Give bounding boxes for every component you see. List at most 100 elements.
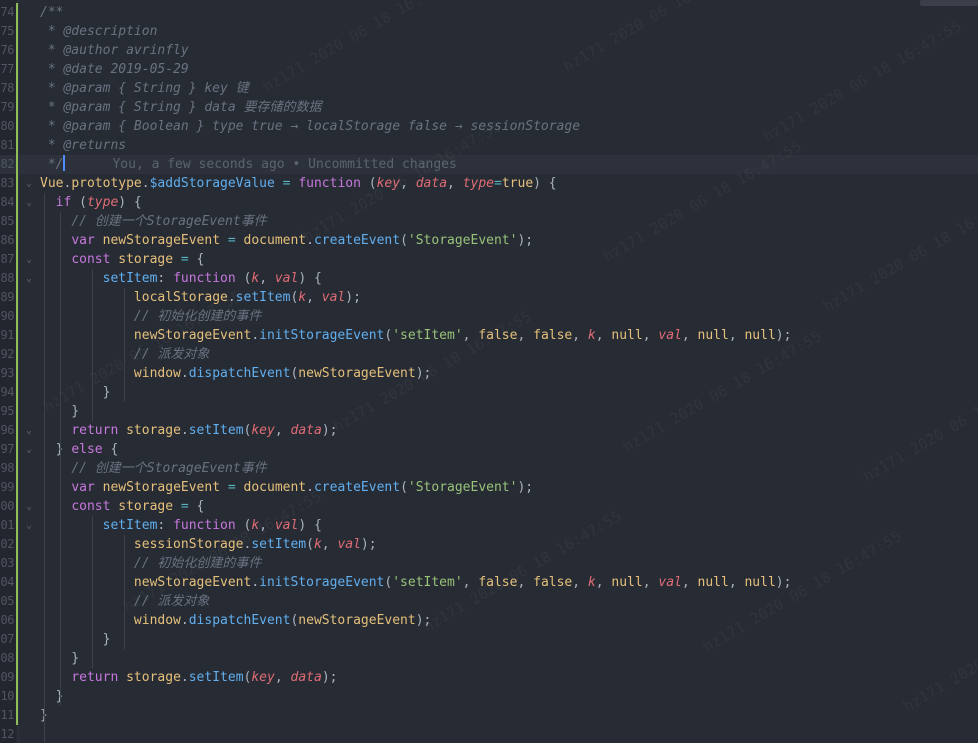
code-line[interactable]: 94 } — [0, 383, 978, 402]
code-text: /** — [40, 5, 64, 20]
line-number: 80 — [0, 119, 15, 133]
line-number: 87 — [0, 252, 15, 266]
code-line[interactable]: 97 ⌄ } else { — [0, 440, 978, 459]
line-number: 09 — [0, 670, 15, 684]
fold-chevron-icon[interactable]: ⌄ — [26, 269, 32, 288]
code-text: * @description — [40, 24, 158, 39]
code-line[interactable]: 88 ⌄ setItem: function (k, val) { — [0, 269, 978, 288]
code-line[interactable]: 96 ⌄ return storage.setItem(key, data); — [0, 421, 978, 440]
code-line[interactable]: 74 /** — [0, 3, 978, 22]
code-line[interactable]: 84 ⌄ if (type) { — [0, 193, 978, 212]
fold-chevron-icon[interactable]: ⌄ — [26, 516, 32, 535]
code-line[interactable]: 00 ⌄ const storage = { — [0, 497, 978, 516]
code-text: return storage.setItem(key, data); — [71, 423, 338, 438]
code-line[interactable]: 82 */ You, a few seconds ago • Uncommitt… — [0, 155, 978, 174]
code-line[interactable]: 06 window.dispatchEvent(newStorageEvent)… — [0, 611, 978, 630]
line-number: 99 — [0, 480, 15, 494]
indent-guide — [92, 516, 93, 668]
code-line[interactable]: 03 // 初始化创建的事件 — [0, 554, 978, 573]
code-line[interactable]: 02 sessionStorage.setItem(k, val); — [0, 535, 978, 554]
code-line[interactable]: 01 ⌄ setItem: function (k, val) { — [0, 516, 978, 535]
code-line[interactable]: 95 } — [0, 402, 978, 421]
line-number: 97 — [0, 442, 15, 456]
line-number: 00 — [0, 499, 15, 513]
code-text: if (type) { — [55, 195, 142, 210]
code-line[interactable]: 12 — [0, 725, 978, 743]
code-text: } — [40, 385, 111, 400]
fold-chevron-icon[interactable]: ⌄ — [26, 250, 32, 269]
code-text: window.dispatchEvent(newStorageEvent); — [133, 613, 432, 628]
code-line[interactable]: 76 * @author avrinfly — [0, 41, 978, 60]
code-line[interactable]: 89 localStorage.setItem(k, val); — [0, 288, 978, 307]
code-line[interactable]: 86 var newStorageEvent = document.create… — [0, 231, 978, 250]
code-line[interactable]: 98 // 创建一个StorageEvent事件 — [0, 459, 978, 478]
line-number: 86 — [0, 233, 15, 247]
code-line[interactable]: 87 ⌄ const storage = { — [0, 250, 978, 269]
code-text: Vue.prototype.$addStorageValue = functio… — [40, 176, 557, 191]
code-line[interactable]: 75 * @description — [0, 22, 978, 41]
line-number: 01 — [0, 518, 15, 532]
line-number: 74 — [0, 5, 15, 19]
code-text: * @author avrinfly — [40, 43, 189, 58]
code-line[interactable]: 81 * @returns — [0, 136, 978, 155]
code-line[interactable]: 90 // 初始化创建的事件 — [0, 307, 978, 326]
line-number: 02 — [0, 537, 15, 551]
code-line[interactable]: 79 * @param { String } data 要存储的数据 — [0, 98, 978, 117]
code-editor[interactable]: 74/** 75 * @description 76 * @author avrin… — [0, 0, 978, 743]
line-number: 07 — [0, 632, 15, 646]
code-line[interactable]: 09 return storage.setItem(key, data); — [0, 668, 978, 687]
code-line[interactable]: 78 * @param { String } key 键 — [0, 79, 978, 98]
line-number: 05 — [0, 594, 15, 608]
fold-chevron-icon[interactable]: ⌄ — [26, 421, 32, 440]
line-number: 96 — [0, 423, 15, 437]
line-number: 93 — [0, 366, 15, 380]
code-text: var newStorageEvent = document.createEve… — [71, 233, 534, 248]
indent-guide — [44, 193, 45, 743]
code-text: } else { — [40, 442, 119, 457]
code-line[interactable]: 05 // 派发对象 — [0, 592, 978, 611]
line-number: 75 — [0, 24, 15, 38]
fold-chevron-icon[interactable]: ⌄ — [26, 193, 32, 212]
fold-chevron-icon[interactable]: ⌄ — [26, 440, 32, 459]
code-line[interactable]: 77 * @date 2019-05-29 — [0, 60, 978, 79]
line-number: 11 — [0, 708, 15, 722]
line-number: 81 — [0, 138, 15, 152]
line-number: 04 — [0, 575, 15, 589]
code-text: * @param { Boolean } type true → localSt… — [40, 119, 581, 134]
code-line[interactable]: 10 } — [0, 687, 978, 706]
line-number: 76 — [0, 43, 15, 57]
fold-chevron-icon[interactable]: ⌄ — [26, 497, 32, 516]
line-number: 89 — [0, 290, 15, 304]
code-line[interactable]: 11} — [0, 706, 978, 725]
code-line[interactable]: 91 newStorageEvent.initStorageEvent('set… — [0, 326, 978, 345]
line-number: 88 — [0, 271, 15, 285]
line-number: 90 — [0, 309, 15, 323]
indent-guide — [60, 459, 61, 706]
code-text: localStorage.setItem(k, val); — [133, 290, 361, 305]
code-line[interactable]: 99 var newStorageEvent = document.create… — [0, 478, 978, 497]
indent-guide — [124, 288, 125, 402]
fold-chevron-icon[interactable]: ⌄ — [26, 174, 32, 193]
indent-guide — [92, 269, 93, 421]
code-text: */ You, a few seconds ago • Uncommitted … — [40, 155, 457, 172]
code-line[interactable]: 08 } — [0, 649, 978, 668]
code-line[interactable]: 83 ⌄ Vue.prototype.$addStorageValue = func… — [0, 174, 978, 193]
indent-guide — [124, 535, 125, 649]
line-number: 79 — [0, 100, 15, 114]
code-text: // 创建一个StorageEvent事件 — [71, 214, 267, 229]
code-text: return storage.setItem(key, data); — [71, 670, 338, 685]
code-text: * @returns — [40, 138, 127, 153]
code-text: const storage = { — [71, 252, 205, 267]
code-line[interactable]: 80 * @param { Boolean } type true → loca… — [0, 117, 978, 136]
code-line[interactable]: 92 // 派发对象 — [0, 345, 978, 364]
line-number: 91 — [0, 328, 15, 342]
code-line[interactable]: 07 } — [0, 630, 978, 649]
code-text: * @date 2019-05-29 — [40, 62, 189, 77]
code-text: const storage = { — [71, 499, 205, 514]
line-number: 82 — [0, 157, 15, 171]
code-line[interactable]: 04 newStorageEvent.initStorageEvent('set… — [0, 573, 978, 592]
code-line[interactable]: 85 // 创建一个StorageEvent事件 — [0, 212, 978, 231]
code-text: sessionStorage.setItem(k, val); — [133, 537, 377, 552]
code-text: window.dispatchEvent(newStorageEvent); — [133, 366, 432, 381]
code-line[interactable]: 93 window.dispatchEvent(newStorageEvent)… — [0, 364, 978, 383]
